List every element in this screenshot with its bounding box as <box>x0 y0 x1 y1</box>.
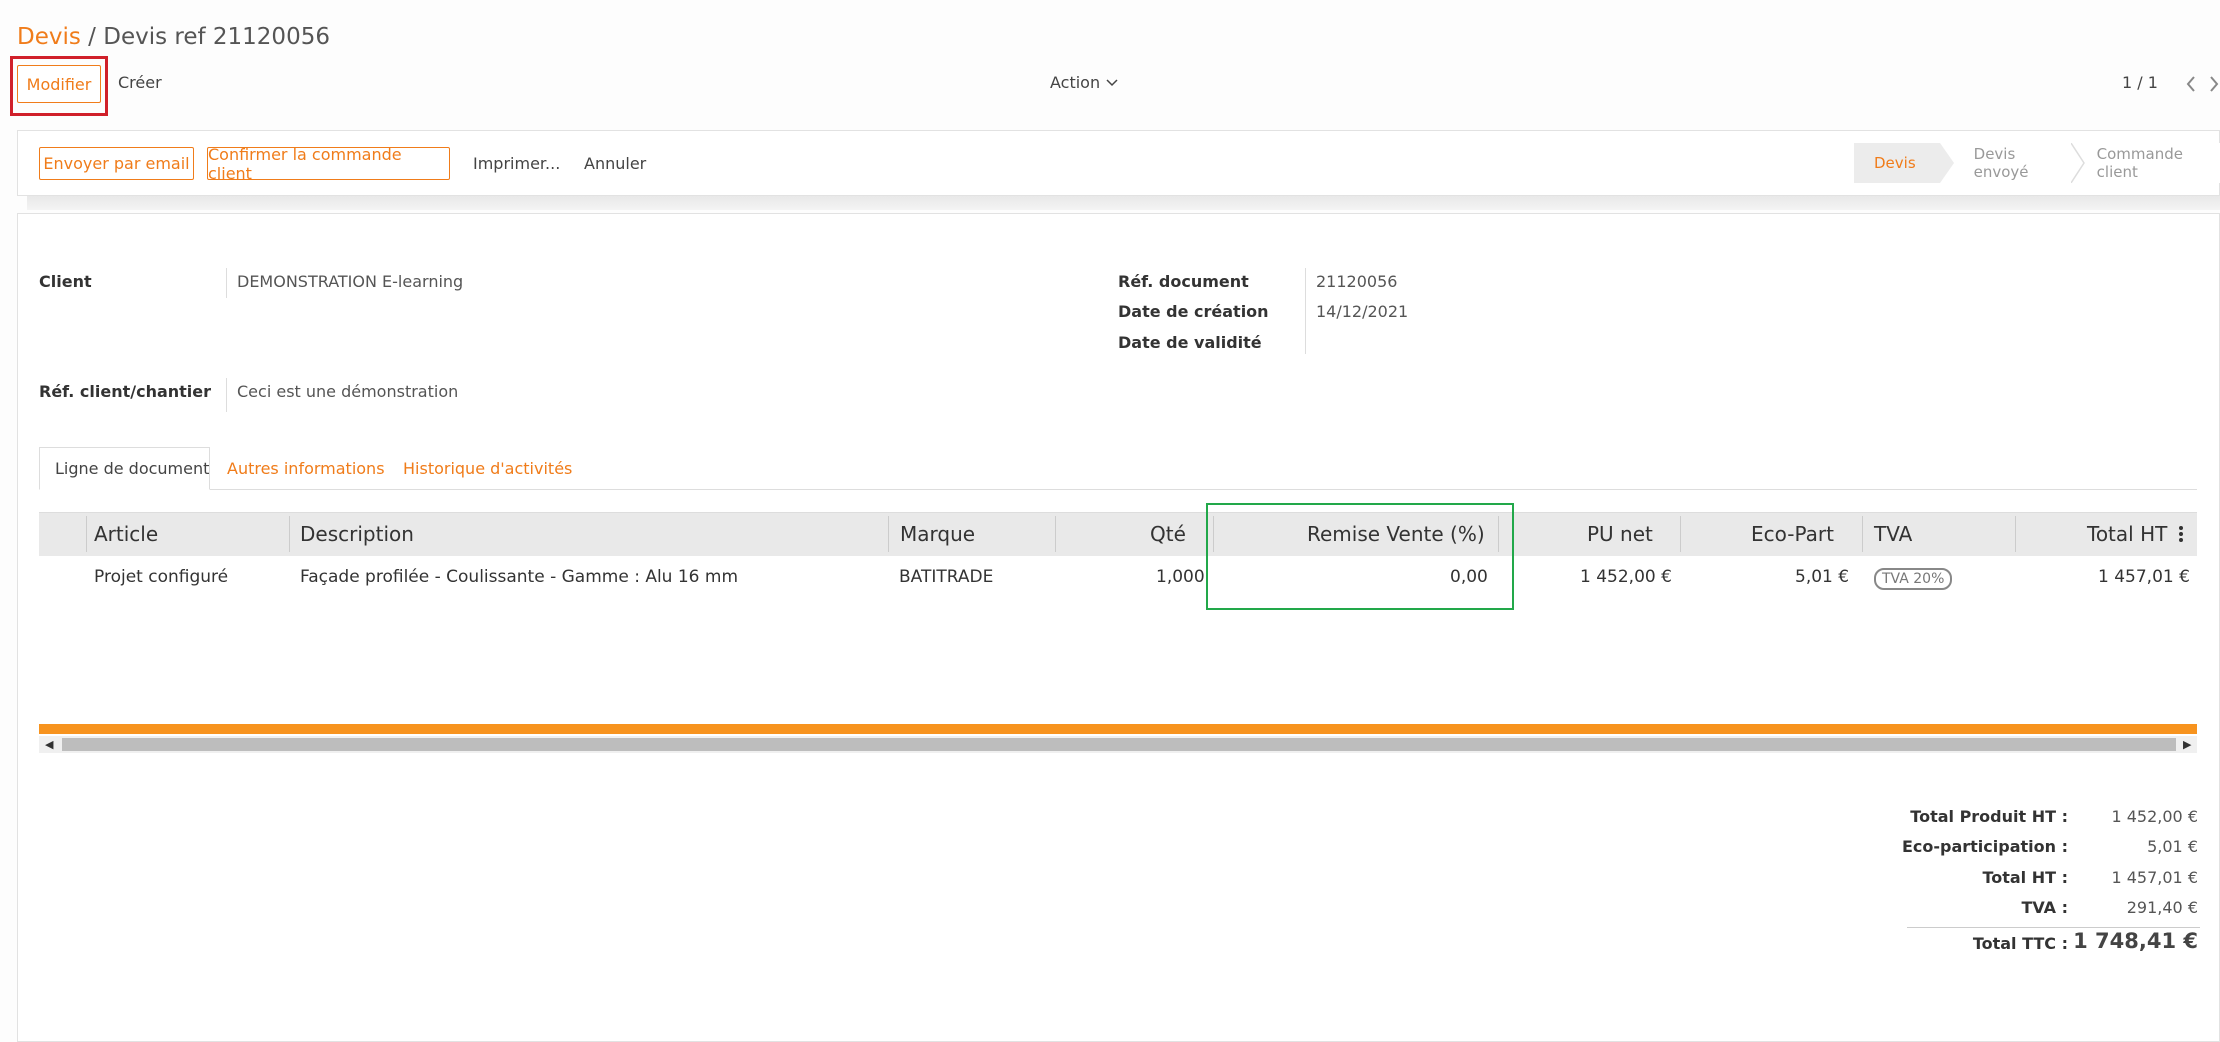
status-step-devis-envoye[interactable]: Devis envoyé <box>1939 143 2085 183</box>
column-divider <box>86 516 87 552</box>
chevron-left-icon[interactable] <box>2185 76 2197 92</box>
column-header-article[interactable]: Article <box>94 512 158 556</box>
cell-unit-price[interactable]: 1 452,00 € <box>1580 567 1672 587</box>
cell-article[interactable]: Projet configuré <box>94 567 228 587</box>
scrollbar-thumb[interactable] <box>62 738 2176 751</box>
tab-activity-history[interactable]: Historique d'activités <box>388 447 587 490</box>
tva-total-label: TVA : <box>2021 898 2068 917</box>
tva-badge[interactable]: TVA 20% <box>1874 568 1953 590</box>
cell-qty[interactable]: 1,000 <box>1156 567 1205 587</box>
cancel-button[interactable]: Annuler <box>584 154 646 173</box>
column-options-icon[interactable] <box>2178 526 2184 542</box>
total-product-ht-value: 1 452,00 € <box>2111 807 2198 826</box>
ref-client-value: Ceci est une démonstration <box>237 382 459 401</box>
column-divider <box>289 516 290 552</box>
status-step-label: Commande client <box>2096 145 2183 181</box>
column-divider <box>1862 516 1863 552</box>
cell-eco-part[interactable]: 5,01 € <box>1795 567 1849 587</box>
status-step-commande-client[interactable]: Commande client <box>2070 143 2220 183</box>
step-arrow <box>1939 143 1954 183</box>
total-product-ht-label: Total Produit HT : <box>1910 807 2068 826</box>
eco-participation-label: Eco-participation : <box>1901 837 2068 856</box>
send-email-button[interactable]: Envoyer par email <box>39 147 194 180</box>
column-header-qty[interactable]: Qté <box>1150 512 1186 556</box>
action-dropdown[interactable]: Action <box>1050 73 1118 92</box>
tab-other-info[interactable]: Autres informations <box>212 447 400 490</box>
print-button[interactable]: Imprimer... <box>473 154 560 173</box>
breadcrumb-separator: / <box>80 24 104 50</box>
discount-column-highlight <box>1206 503 1514 610</box>
column-header-brand[interactable]: Marque <box>900 512 975 556</box>
scroll-left-icon[interactable]: ◀ <box>45 738 53 751</box>
pager-value[interactable]: 1 / 1 <box>2122 73 2158 92</box>
cell-description[interactable]: Façade profilée - Coulissante - Gamme : … <box>300 567 738 587</box>
breadcrumb-current: Devis ref 21120056 <box>103 24 330 50</box>
breadcrumb-parent-link[interactable]: Devis <box>17 24 81 50</box>
action-label: Action <box>1050 73 1101 92</box>
client-label: Client <box>39 272 92 291</box>
created-date-label: Date de création <box>1118 302 1269 321</box>
total-ttc-value: 1 748,41 € <box>2073 929 2198 953</box>
status-step-label: Devis envoyé <box>1973 145 2029 181</box>
client-link[interactable]: DEMONSTRATION E-learning <box>237 272 463 291</box>
tva-total-value: 291,40 € <box>2126 898 2198 917</box>
ref-client-label: Réf. client/chantier <box>39 382 212 401</box>
total-ht-value: 1 457,01 € <box>2111 868 2198 887</box>
column-header-eco-part[interactable]: Eco-Part <box>1751 512 1834 556</box>
total-ttc-label: Total TTC : <box>1972 934 2068 953</box>
doc-ref-value: 21120056 <box>1316 272 1398 291</box>
total-ht-label: Total HT : <box>1982 868 2068 887</box>
breadcrumb: Devis / Devis ref 21120056 <box>17 24 330 50</box>
column-divider <box>888 516 889 552</box>
totals-divider <box>1907 927 2200 928</box>
tab-document-lines[interactable]: Ligne de document <box>39 447 210 490</box>
column-header-total-ht[interactable]: Total HT <box>2087 512 2167 556</box>
edit-button-highlight <box>10 56 108 116</box>
column-header-tva[interactable]: TVA <box>1874 512 1912 556</box>
column-header-unit-price[interactable]: PU net <box>1587 512 1653 556</box>
validity-date-label: Date de validité <box>1118 333 1262 352</box>
field-separator <box>226 268 227 298</box>
status-step-devis[interactable]: Devis <box>1854 143 1954 183</box>
eco-participation-value: 5,01 € <box>2147 837 2198 856</box>
status-steps: Devis Devis envoyé Commande client <box>1854 143 2220 183</box>
status-step-label: Devis <box>1874 154 1916 172</box>
column-divider <box>1680 516 1681 552</box>
doc-ref-label: Réf. document <box>1118 272 1249 291</box>
confirm-order-button[interactable]: Confirmer la commande client <box>207 145 450 183</box>
column-divider <box>1055 516 1056 552</box>
field-separator <box>1305 268 1306 354</box>
chevron-right-icon[interactable] <box>2208 76 2220 92</box>
step-arrow <box>2070 143 2085 183</box>
created-date-value: 14/12/2021 <box>1316 302 1409 321</box>
add-line-bar <box>39 724 2197 734</box>
cell-brand[interactable]: BATITRADE <box>899 567 993 587</box>
chevron-down-icon <box>1106 78 1118 86</box>
column-divider <box>2015 516 2016 552</box>
cell-total-ht[interactable]: 1 457,01 € <box>2098 567 2190 587</box>
create-button[interactable]: Créer <box>118 73 162 92</box>
action-bar-shadow <box>27 196 2220 210</box>
column-header-description[interactable]: Description <box>300 512 414 556</box>
field-separator <box>226 378 227 412</box>
scroll-right-icon[interactable]: ▶ <box>2183 738 2191 751</box>
